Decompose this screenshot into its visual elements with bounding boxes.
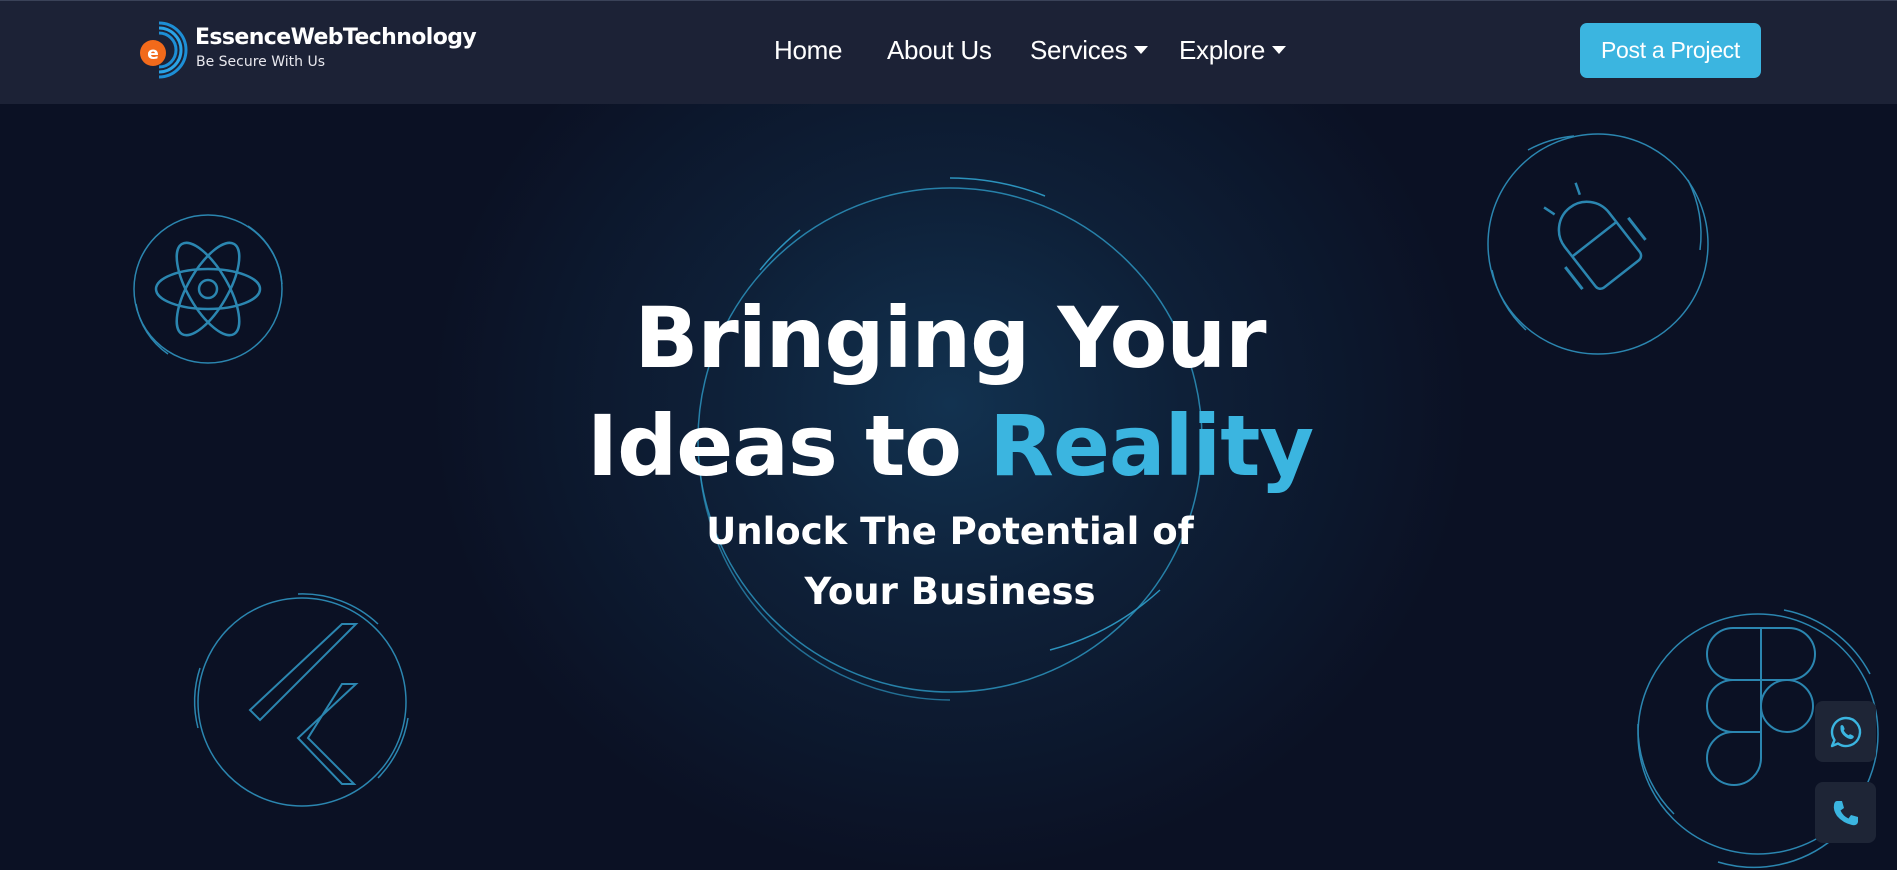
nav-services-dropdown[interactable]: Services [1030,35,1149,66]
nav-home[interactable]: Home [774,35,842,66]
chevron-down-icon [1134,46,1149,54]
nav-about-us[interactable]: About Us [887,35,992,66]
post-project-button[interactable]: Post a Project [1580,23,1761,78]
svg-text:e: e [147,44,159,64]
android-icon [1487,133,1709,355]
logo[interactable]: e EssenceWebTechnology Be Secure With Us [137,19,497,83]
flutter-icon [193,593,409,807]
navbar: e EssenceWebTechnology Be Secure With Us… [0,0,1897,104]
hero-headline: Bringing Your Ideas to Reality [586,289,1314,495]
phone-icon [1833,800,1858,825]
brand-name: EssenceWebTechnology [195,25,477,50]
hero-section: Bringing Your Ideas to Reality Unlock Th… [0,104,1897,870]
brand-tagline: Be Secure With Us [196,54,326,70]
hero-subtitle: Unlock The Potential of Your Business [706,510,1194,613]
logo-mark-icon: e [140,21,188,79]
whatsapp-button[interactable] [1815,701,1876,762]
whatsapp-icon [1830,716,1861,747]
headline-highlight: Reality [989,397,1314,495]
chevron-down-icon [1272,46,1287,54]
phone-button[interactable] [1815,782,1876,843]
react-icon [133,214,283,364]
nav-explore-dropdown[interactable]: Explore [1179,35,1287,66]
